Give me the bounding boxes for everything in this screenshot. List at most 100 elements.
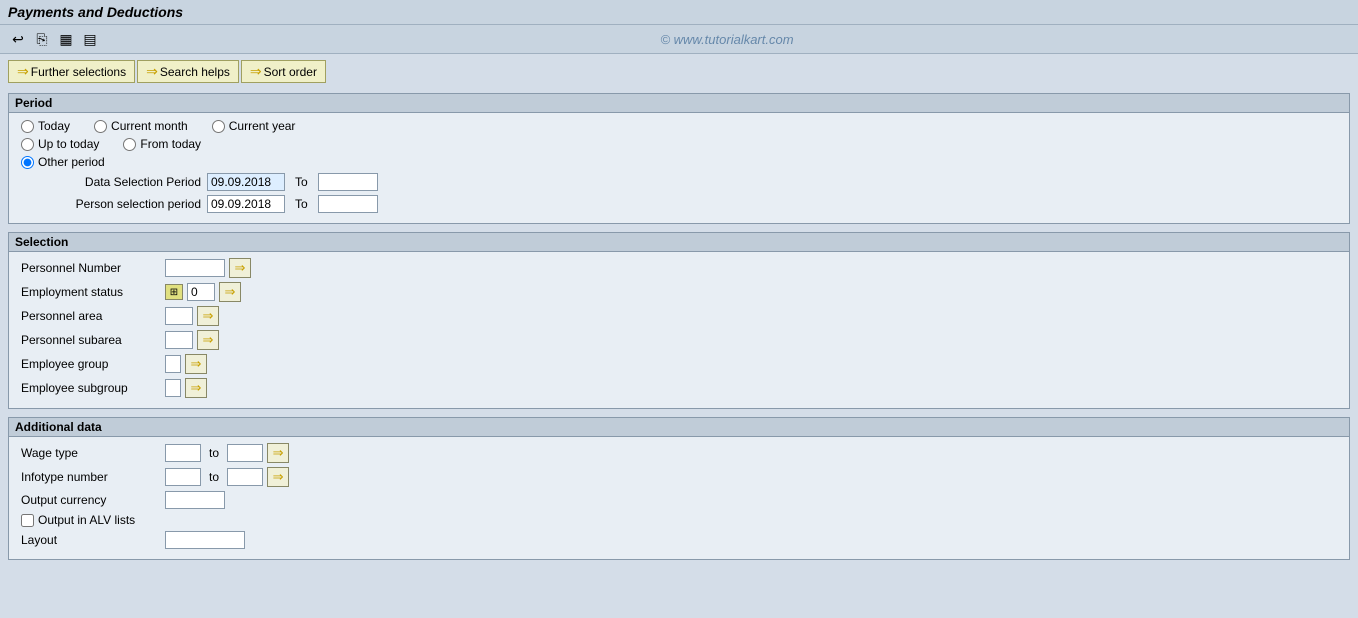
infotype-number-from-input[interactable]	[165, 468, 201, 486]
data-selection-label: Data Selection Period	[41, 175, 201, 189]
employment-status-label: Employment status	[21, 285, 161, 299]
radio-from-today-label: From today	[140, 137, 201, 151]
personnel-number-label: Personnel Number	[21, 261, 161, 275]
employment-status-row: Employment status ⊞ ⇒	[21, 282, 1337, 302]
personnel-number-arrow-btn[interactable]: ⇒	[229, 258, 251, 278]
period-section-body: Today Current month Current year Up to t…	[9, 113, 1349, 223]
radio-from-today-input[interactable]	[123, 138, 136, 151]
radio-up-to-today-input[interactable]	[21, 138, 34, 151]
main-content: Period Today Current month Current year	[0, 89, 1358, 572]
employee-subgroup-arrow-btn[interactable]: ⇒	[185, 378, 207, 398]
tab-sort-arrow-icon: ⇒	[250, 63, 262, 80]
period-section-header: Period	[9, 94, 1349, 113]
tabs-bar: ⇒ Further selections ⇒ Search helps ⇒ So…	[0, 54, 1358, 89]
app-title: Payments and Deductions	[8, 4, 183, 20]
watermark: © www.tutorialkart.com	[104, 32, 1350, 47]
period-row-1: Today Current month Current year	[21, 119, 1337, 133]
person-selection-to-label: To	[295, 197, 308, 211]
layout-label: Layout	[21, 533, 161, 547]
person-selection-row: Person selection period To	[41, 195, 1337, 213]
alv-row: Output in ALV lists	[21, 513, 1337, 527]
employee-subgroup-label: Employee subgroup	[21, 381, 161, 395]
personnel-area-arrow-btn[interactable]: ⇒	[197, 306, 219, 326]
data-selection-from-input[interactable]	[207, 173, 285, 191]
tab-sort-order[interactable]: ⇒ Sort order	[241, 60, 326, 83]
wage-type-arrow-btn[interactable]: ⇒	[267, 443, 289, 463]
employment-status-input[interactable]	[187, 283, 215, 301]
tab-search-arrow-icon: ⇒	[146, 63, 158, 80]
radio-current-year: Current year	[212, 119, 296, 133]
employment-status-picker-btn[interactable]: ⊞	[165, 284, 183, 300]
infotype-number-row: Infotype number to ⇒	[21, 467, 1337, 487]
radio-other-period-label: Other period	[38, 155, 105, 169]
infotype-number-arrow-btn[interactable]: ⇒	[267, 467, 289, 487]
additional-section-header: Additional data	[9, 418, 1349, 437]
wage-type-from-input[interactable]	[165, 444, 201, 462]
radio-up-to-today: Up to today	[21, 137, 99, 151]
output-currency-row: Output currency	[21, 491, 1337, 509]
employee-group-label: Employee group	[21, 357, 161, 371]
radio-up-to-today-label: Up to today	[38, 137, 99, 151]
toolbar: ↩ ⎘ ▦ ▤ © www.tutorialkart.com	[0, 25, 1358, 54]
title-bar: Payments and Deductions	[0, 0, 1358, 25]
wage-type-to-label: to	[209, 446, 219, 460]
infotype-number-to-input[interactable]	[227, 468, 263, 486]
person-selection-from-input[interactable]	[207, 195, 285, 213]
data-selection-row: Data Selection Period To	[41, 173, 1337, 191]
wage-type-row: Wage type to ⇒	[21, 443, 1337, 463]
data-selection-to-label: To	[295, 175, 308, 189]
employee-subgroup-input[interactable]	[165, 379, 181, 397]
wage-type-to-input[interactable]	[227, 444, 263, 462]
wage-type-label: Wage type	[21, 446, 161, 460]
radio-today-label: Today	[38, 119, 70, 133]
personnel-area-row: Personnel area ⇒	[21, 306, 1337, 326]
layout-row: Layout	[21, 531, 1337, 549]
radio-current-month: Current month	[94, 119, 188, 133]
radio-current-month-label: Current month	[111, 119, 188, 133]
tab-search-helps[interactable]: ⇒ Search helps	[137, 60, 239, 83]
radio-other-period-input[interactable]	[21, 156, 34, 169]
alv-label: Output in ALV lists	[38, 513, 135, 527]
radio-current-month-input[interactable]	[94, 120, 107, 133]
layout-input[interactable]	[165, 531, 245, 549]
toolbar-icon-info[interactable]: ▦	[56, 29, 76, 49]
period-section: Period Today Current month Current year	[8, 93, 1350, 224]
period-row-2: Up to today From today	[21, 137, 1337, 151]
toolbar-icon-back[interactable]: ↩	[8, 29, 28, 49]
employee-group-arrow-btn[interactable]: ⇒	[185, 354, 207, 374]
toolbar-icon-copy[interactable]: ⎘	[32, 29, 52, 49]
radio-today: Today	[21, 119, 70, 133]
radio-current-year-input[interactable]	[212, 120, 225, 133]
data-selection-to-input[interactable]	[318, 173, 378, 191]
selection-section-body: Personnel Number ⇒ Employment status ⊞ ⇒…	[9, 252, 1349, 408]
radio-today-input[interactable]	[21, 120, 34, 133]
employee-group-row: Employee group ⇒	[21, 354, 1337, 374]
personnel-number-input[interactable]	[165, 259, 225, 277]
radio-from-today: From today	[123, 137, 201, 151]
person-selection-label: Person selection period	[41, 197, 201, 211]
output-currency-input[interactable]	[165, 491, 225, 509]
personnel-subarea-input[interactable]	[165, 331, 193, 349]
employee-group-input[interactable]	[165, 355, 181, 373]
additional-section-body: Wage type to ⇒ Infotype number to ⇒ Outp…	[9, 437, 1349, 559]
period-row-3: Other period	[21, 155, 1337, 169]
infotype-number-to-label: to	[209, 470, 219, 484]
tab-further-arrow-icon: ⇒	[17, 63, 29, 80]
infotype-number-label: Infotype number	[21, 470, 161, 484]
employment-status-arrow-btn[interactable]: ⇒	[219, 282, 241, 302]
toolbar-icon-chart[interactable]: ▤	[80, 29, 100, 49]
employee-subgroup-row: Employee subgroup ⇒	[21, 378, 1337, 398]
personnel-subarea-arrow-btn[interactable]: ⇒	[197, 330, 219, 350]
personnel-area-input[interactable]	[165, 307, 193, 325]
personnel-subarea-label: Personnel subarea	[21, 333, 161, 347]
person-selection-to-input[interactable]	[318, 195, 378, 213]
employment-status-controls: ⊞	[165, 283, 215, 301]
tab-further-selections[interactable]: ⇒ Further selections	[8, 60, 135, 83]
personnel-area-label: Personnel area	[21, 309, 161, 323]
tab-further-label: Further selections	[31, 65, 126, 79]
personnel-subarea-row: Personnel subarea ⇒	[21, 330, 1337, 350]
tab-sort-label: Sort order	[264, 65, 317, 79]
radio-other-period: Other period	[21, 155, 105, 169]
selection-section-header: Selection	[9, 233, 1349, 252]
alv-checkbox[interactable]	[21, 514, 34, 527]
